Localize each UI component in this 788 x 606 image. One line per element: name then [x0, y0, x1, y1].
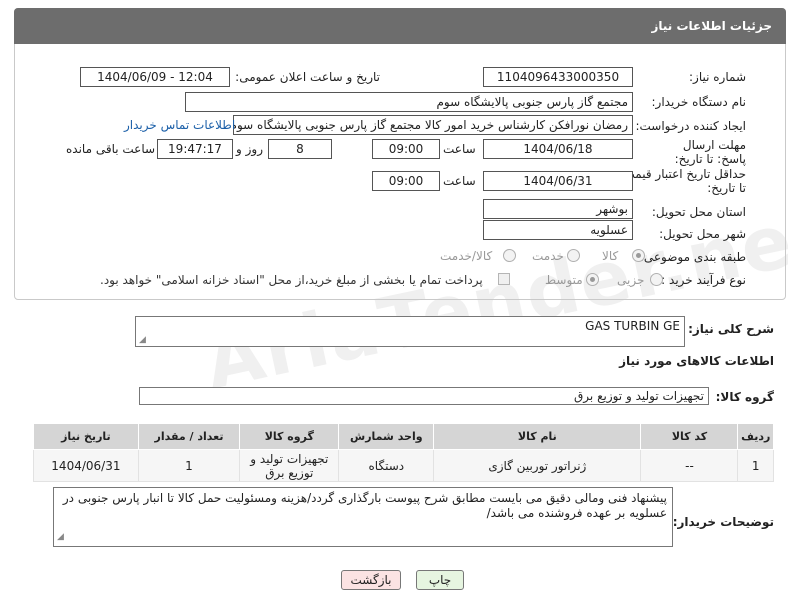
col-header-unit: واحد شمارش [338, 423, 435, 450]
process-minor-label: جزیی [617, 273, 645, 287]
table-row[interactable]: 1 -- ژنراتور توربین گازی دستگاه تجهیزات … [33, 449, 774, 482]
cell-name: ژنراتور توربین گازی [433, 449, 642, 482]
announce-label: تاریخ و ساعت اعلان عمومی: [235, 70, 380, 84]
treasury-note: پرداخت تمام یا بخشی از مبلغ خرید،از محل … [100, 273, 483, 287]
category-goods-label: کالا [602, 249, 619, 263]
announce-field[interactable]: 1404/06/09 - 12:04 [80, 67, 230, 87]
buyer-notes-text: پیشنهاد فنی ومالی دقیق می بایست مطابق شر… [62, 491, 667, 520]
days-word: روز و [236, 142, 263, 156]
goods-section-title: اطلاعات کالاهای مورد نیاز [619, 354, 774, 368]
treasury-checkbox[interactable] [498, 273, 510, 285]
panel-title: جزئیات اطلاعات نیاز [14, 8, 786, 44]
cell-group: تجهیزات تولید و توزیع برق [239, 449, 340, 482]
goods-table: ردیف کد کالا نام کالا واحد شمارش گروه کا… [33, 423, 774, 482]
col-header-group: گروه کالا [239, 423, 340, 450]
resize-grip-icon[interactable]: ◢ [57, 530, 64, 545]
print-button[interactable]: چاپ [416, 570, 464, 590]
creator-field[interactable]: رمضان نورافکن کارشناس خرید امور کالا مجت… [233, 115, 633, 135]
city-field[interactable]: عسلویه [483, 220, 633, 240]
validity-time-field[interactable]: 09:00 [372, 171, 440, 191]
description-textarea[interactable]: GAS TURBIN GE ◢ [135, 316, 685, 347]
province-label: استان محل تحویل: [651, 205, 746, 219]
category-goods-radio[interactable] [632, 249, 645, 262]
goods-group-label: گروه کالا: [715, 390, 774, 404]
process-medium-radio[interactable] [586, 273, 599, 286]
category-both-radio[interactable] [503, 249, 516, 262]
deadline-time-word: ساعت [443, 142, 476, 156]
process-label: نوع فرآیند خرید : [661, 273, 746, 287]
col-header-date: تاریخ نیاز [33, 423, 139, 450]
time-remaining-field[interactable]: 19:47:17 [157, 139, 233, 159]
creator-label: ایجاد کننده درخواست: [635, 119, 746, 133]
col-header-qty: تعداد / مقدار [137, 423, 241, 450]
cell-qty: 1 [137, 449, 241, 482]
resize-grip-icon[interactable]: ◢ [139, 335, 146, 345]
category-both-label: کالا/خدمت [440, 249, 493, 263]
buyer-notes-textarea[interactable]: پیشنهاد فنی ومالی دقیق می بایست مطابق شر… [53, 487, 673, 547]
description-label: شرح کلی نیاز: [688, 322, 774, 336]
cell-code: -- [640, 449, 739, 482]
category-service-radio[interactable] [567, 249, 580, 262]
buyer-notes-label: توضیحات خریدار: [672, 515, 774, 529]
category-label: طبقه بندی موضوعی: [639, 250, 746, 264]
city-label: شهر محل تحویل: [659, 227, 746, 241]
deadline-time-field[interactable]: 09:00 [372, 139, 440, 159]
deadline-label: مهلت ارسال پاسخ: تا تاریخ: [674, 138, 746, 166]
process-medium-label: متوسط [545, 273, 583, 287]
category-service-label: خدمت [532, 249, 564, 263]
col-header-code: کد کالا [640, 423, 739, 450]
goods-group-field[interactable]: تجهیزات تولید و توزیع برق [139, 387, 709, 405]
buyer-field[interactable]: مجتمع گاز پارس جنوبی پالایشگاه سوم [185, 92, 633, 112]
province-field[interactable]: بوشهر [483, 199, 633, 219]
process-minor-radio[interactable] [650, 273, 663, 286]
buyer-label: نام دستگاه خریدار: [651, 95, 747, 109]
need-number-field[interactable]: 1104096433000350 [483, 67, 633, 87]
col-header-row: ردیف [737, 423, 774, 450]
col-header-name: نام کالا [433, 423, 642, 450]
validity-label: حداقل تاریخ اعتبار قیمت: تا تاریخ: [619, 167, 746, 195]
deadline-date-field[interactable]: 1404/06/18 [483, 139, 633, 159]
days-remaining-field[interactable]: 8 [268, 139, 332, 159]
validity-date-field[interactable]: 1404/06/31 [483, 171, 633, 191]
cell-unit: دستگاه [338, 449, 435, 482]
cell-row-number: 1 [737, 449, 774, 482]
validity-time-word: ساعت [443, 174, 476, 188]
buyer-contact-link[interactable]: اطلاعات تماس خریدار [124, 118, 235, 132]
cell-date: 1404/06/31 [33, 449, 139, 482]
back-button[interactable]: بازگشت [341, 570, 401, 590]
description-text: GAS TURBIN GE [585, 319, 680, 333]
time-remaining-word: ساعت باقی مانده [66, 142, 156, 156]
need-number-label: شماره نیاز: [689, 70, 746, 84]
table-header-row: ردیف کد کالا نام کالا واحد شمارش گروه کا… [33, 423, 774, 450]
